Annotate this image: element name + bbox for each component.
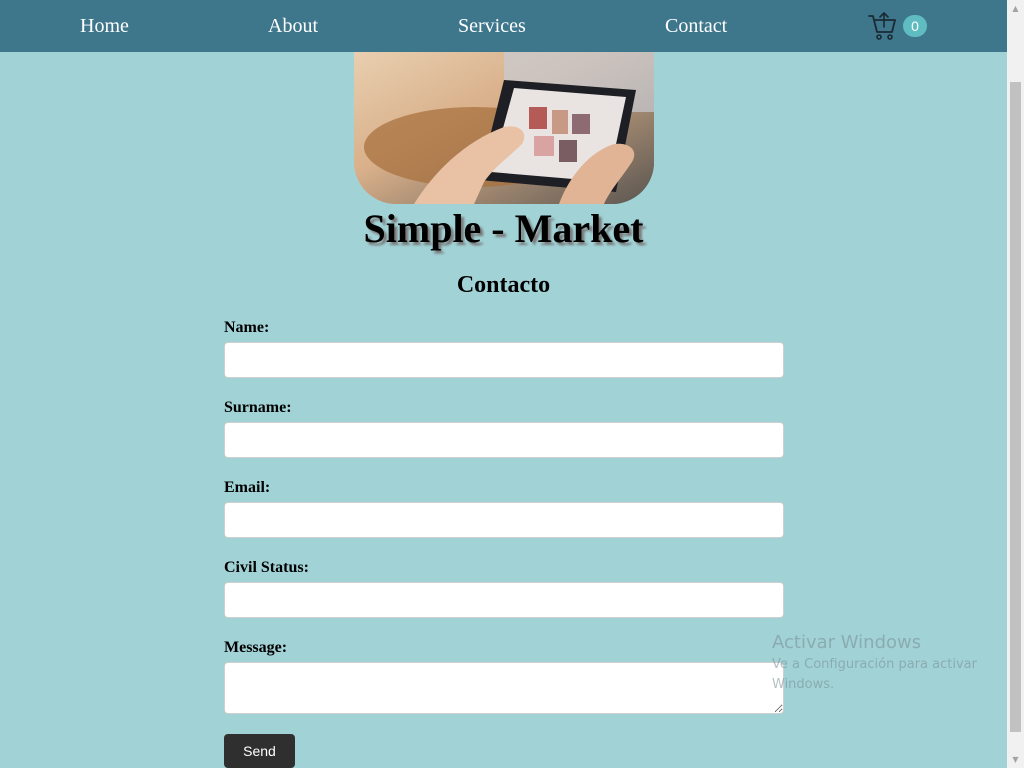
windows-activation-watermark: Activar Windows Ve a Configuración para … [772,632,1002,695]
hero-image [354,52,654,204]
cart-button[interactable]: 0 [866,10,930,42]
watermark-title: Activar Windows [772,632,922,653]
message-label: Message: [224,639,288,656]
message-textarea[interactable] [224,662,784,714]
civil-status-label: Civil Status: [224,559,309,576]
surname-input[interactable] [224,422,784,458]
name-label: Name: [224,319,270,336]
page: Home About Services Contact 0 Simple - M… [0,0,1024,768]
vertical-scrollbar[interactable]: ▲ ▼ [1007,0,1024,768]
civil-status-input[interactable] [224,582,784,618]
contact-heading: Contacto [456,272,551,298]
send-button[interactable]: Send [224,734,295,768]
nav-about-link[interactable]: About [268,14,318,38]
cart-count-badge: 0 [903,15,927,37]
surname-label: Surname: [224,399,292,416]
scroll-down-arrow-icon[interactable]: ▼ [1007,751,1024,768]
navbar: Home About Services Contact 0 [0,0,1007,52]
brand-title: Simple - Market [363,206,644,251]
hands-using-tablet-photo [354,52,654,204]
scroll-up-arrow-icon[interactable]: ▲ [1007,0,1024,17]
email-input[interactable] [224,502,784,538]
scrollbar-thumb[interactable] [1010,82,1021,732]
name-input[interactable] [224,342,784,378]
shopping-cart-icon [868,12,896,40]
nav-contact-link[interactable]: Contact [665,14,727,38]
nav-services-link[interactable]: Services [458,14,526,38]
nav-home-link[interactable]: Home [80,14,129,38]
email-label: Email: [224,479,271,496]
watermark-subtitle: Ve a Configuración para activar Windows. [772,657,977,692]
